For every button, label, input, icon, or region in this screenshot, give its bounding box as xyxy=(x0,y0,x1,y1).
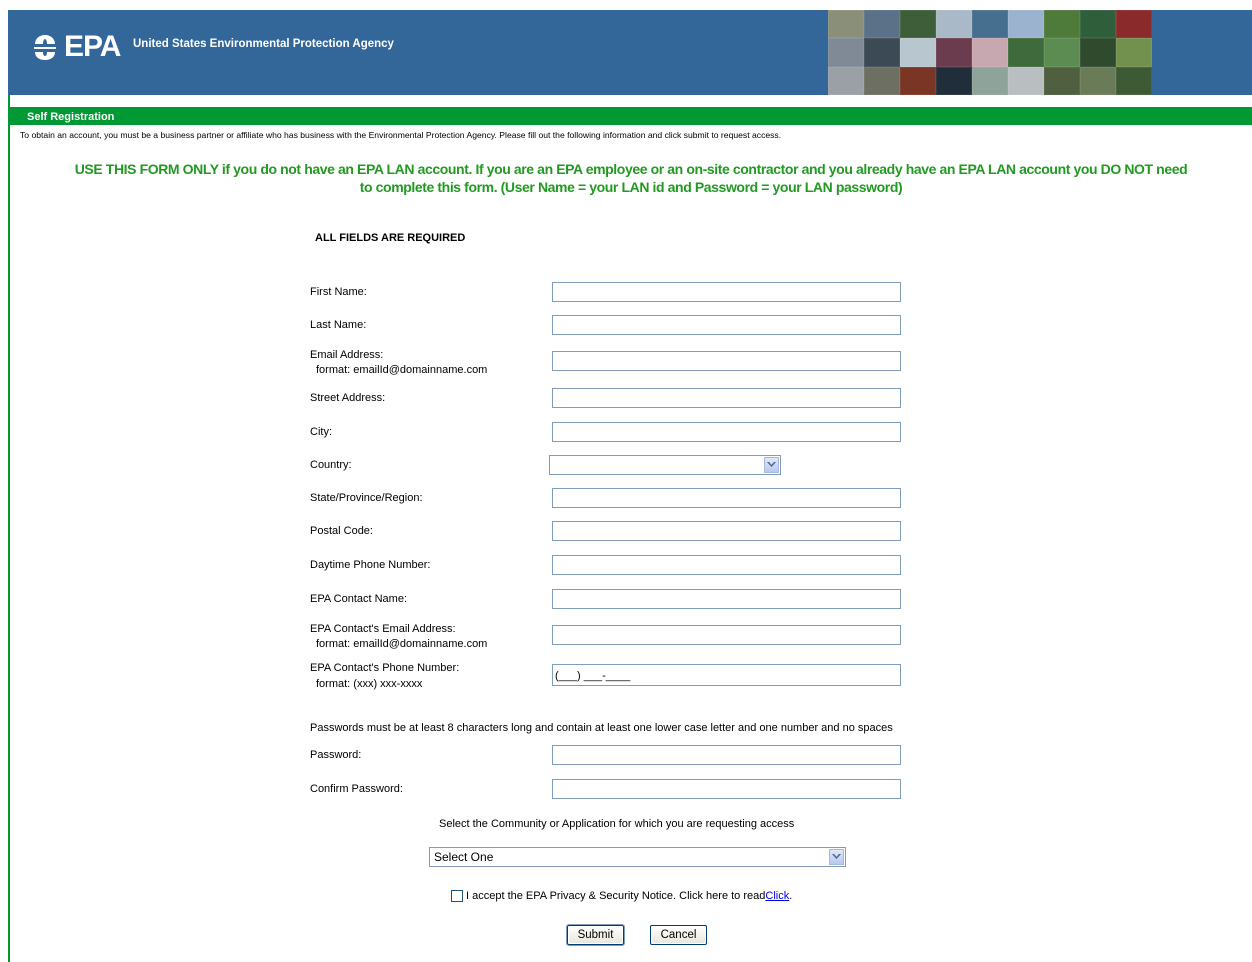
cancel-button[interactable]: Cancel xyxy=(650,925,707,945)
chevron-down-icon[interactable] xyxy=(764,457,779,473)
epa-contact-email-label: EPA Contact's Email Address: xyxy=(310,623,456,635)
daytime-phone-input[interactable] xyxy=(552,555,901,575)
privacy-notice-link[interactable]: Click xyxy=(765,890,789,902)
epa-flower-icon xyxy=(34,35,56,60)
password-input[interactable] xyxy=(552,745,901,765)
header-photo-mosaic xyxy=(828,10,1152,95)
confirm-password-input[interactable] xyxy=(552,779,901,799)
lan-warning-line1: USE THIS FORM ONLY if you do not have an… xyxy=(74,161,1188,177)
city-input[interactable] xyxy=(552,422,901,442)
agency-name: United States Environmental Protection A… xyxy=(133,38,394,50)
epa-contact-phone-format-hint: format: (xxx) xxx-xxxx xyxy=(316,678,423,690)
epa-contact-phone-input[interactable]: (___) ___-____ xyxy=(552,664,901,686)
epa-contact-name-input[interactable] xyxy=(552,589,901,609)
privacy-accept-row: I accept the EPA Privacy & Security Noti… xyxy=(451,890,792,902)
country-select[interactable] xyxy=(549,455,781,475)
state-label: State/Province/Region: xyxy=(310,492,423,504)
chevron-down-icon[interactable] xyxy=(829,849,844,865)
email-format-hint: format: emailId@domainname.com xyxy=(316,364,488,376)
left-border xyxy=(8,95,10,962)
logo-text: EPA xyxy=(64,30,121,63)
postal-code-input[interactable] xyxy=(552,521,901,541)
section-header-bar: Self Registration xyxy=(10,107,1252,125)
last-name-label: Last Name: xyxy=(310,319,367,331)
password-label: Password: xyxy=(310,749,362,761)
state-input[interactable] xyxy=(552,488,901,508)
street-address-input[interactable] xyxy=(552,388,901,408)
community-select[interactable]: Select One xyxy=(429,847,846,867)
epa-logo[interactable]: EPA xyxy=(30,30,121,64)
daytime-phone-label: Daytime Phone Number: xyxy=(310,559,431,571)
lan-warning: USE THIS FORM ONLY if you do not have an… xyxy=(16,160,1246,196)
epa-contact-email-format-hint: format: emailId@domainname.com xyxy=(316,638,488,650)
first-name-input[interactable] xyxy=(552,282,901,302)
epa-contact-name-label: EPA Contact Name: xyxy=(310,593,408,605)
password-requirements-note: Passwords must be at least 8 characters … xyxy=(310,722,893,734)
section-title: Self Registration xyxy=(27,111,115,123)
required-note: ALL FIELDS ARE REQUIRED xyxy=(315,232,466,244)
submit-button[interactable]: Submit xyxy=(566,924,625,946)
privacy-accept-checkbox[interactable] xyxy=(451,890,463,902)
top-margin xyxy=(0,0,1252,10)
country-label: Country: xyxy=(310,459,352,471)
community-selected-value: Select One xyxy=(434,850,494,864)
email-label: Email Address: xyxy=(310,349,384,361)
email-input[interactable] xyxy=(552,351,901,371)
community-note: Select the Community or Application for … xyxy=(439,818,795,830)
city-label: City: xyxy=(310,426,332,438)
first-name-label: First Name: xyxy=(310,286,367,298)
privacy-accept-text: I accept the EPA Privacy & Security Noti… xyxy=(466,890,766,902)
epa-contact-phone-label: EPA Contact's Phone Number: xyxy=(310,662,460,674)
postal-code-label: Postal Code: xyxy=(310,525,373,537)
intro-text: To obtain an account, you must be a busi… xyxy=(20,130,782,140)
confirm-password-label: Confirm Password: xyxy=(310,783,403,795)
site-header: EPA United States Environmental Protecti… xyxy=(8,10,1252,95)
epa-contact-email-input[interactable] xyxy=(552,625,901,645)
street-address-label: Street Address: xyxy=(310,392,386,404)
lan-warning-line2: to complete this form. (User Name = your… xyxy=(359,179,903,195)
last-name-input[interactable] xyxy=(552,315,901,335)
